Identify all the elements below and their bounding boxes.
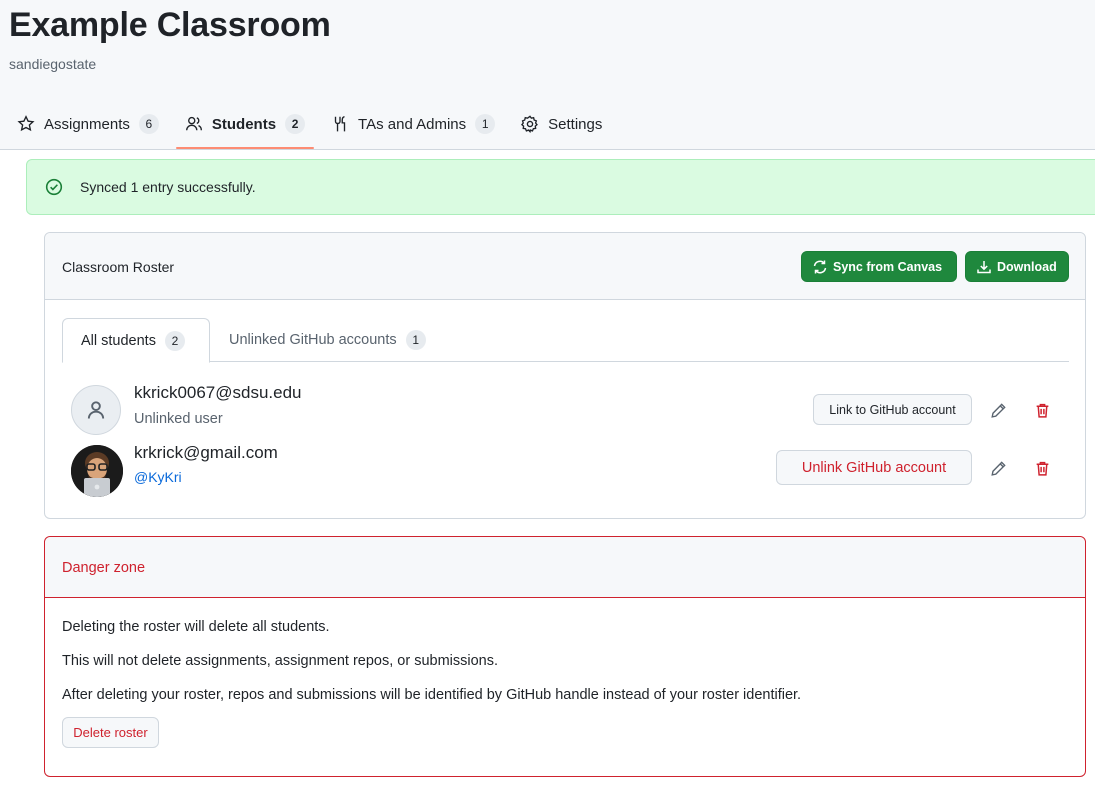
roster-subtabs: All students 2 Unlinked GitHub accounts … [62, 318, 1069, 363]
pencil-icon [990, 402, 1006, 418]
tab-label: Settings [548, 115, 603, 133]
delete-student-button[interactable] [1029, 455, 1055, 481]
star-icon [17, 115, 35, 132]
student-row: kkrick0067@sdsu.edu Unlinked user Link t… [71, 383, 1061, 439]
page-header: Example Classroom sandiegostate Assignme… [0, 0, 1095, 150]
tab-label: TAs and Admins [358, 115, 467, 133]
danger-zone-text: Deleting the roster will delete all stud… [62, 619, 330, 635]
unlink-github-account-button[interactable]: Unlink GitHub account [776, 450, 972, 485]
sync-label: Sync from Canvas [833, 259, 943, 274]
tab-assignments[interactable]: Assignments 6 [8, 104, 168, 144]
check-circle-icon [45, 178, 63, 196]
subtab-counter: 1 [405, 330, 426, 350]
page-title: Example Classroom [9, 6, 331, 44]
danger-zone-text: This will not delete assignments, assign… [62, 653, 498, 669]
classroom-roster: Classroom Roster Sync from Canvas Downlo… [44, 232, 1086, 519]
download-icon [977, 260, 991, 273]
tab-counter: 1 [475, 114, 496, 134]
delete-roster-button[interactable]: Delete roster [62, 717, 159, 748]
tools-icon [334, 116, 346, 132]
student-email: kkrick0067@sdsu.edu [134, 383, 302, 402]
subtab-counter: 2 [164, 330, 185, 351]
user-photo [71, 445, 123, 497]
student-row: krkrick@gmail.com @KyKri Unlink GitHub a… [71, 443, 1061, 499]
danger-zone: Danger zone Deleting the roster will del… [44, 536, 1086, 777]
roster-title: Classroom Roster [62, 259, 175, 275]
danger-zone-header: Danger zone [45, 537, 1085, 598]
student-status: Unlinked user [134, 411, 223, 427]
edit-student-button[interactable] [985, 397, 1011, 423]
gear-icon [521, 115, 539, 133]
subtab-label: Unlinked GitHub accounts [229, 332, 397, 348]
tab-counter: 6 [138, 114, 159, 134]
avatar [71, 385, 121, 435]
student-email: krkrick@gmail.com [134, 443, 278, 462]
subtab-all-students[interactable]: All students 2 [62, 318, 210, 363]
tab-tas-and-admins[interactable]: TAs and Admins 1 [322, 104, 504, 144]
tab-label: Assignments [44, 115, 130, 133]
pencil-icon [990, 460, 1006, 476]
download-button[interactable]: Download [965, 251, 1069, 282]
trash-icon [1036, 461, 1048, 476]
org-name: sandiegostate [9, 56, 97, 72]
success-flash: Synced 1 entry successfully. [26, 159, 1095, 215]
danger-zone-text: After deleting your roster, repos and su… [62, 687, 802, 703]
github-handle-link[interactable]: @KyKri [134, 469, 182, 485]
delete-student-button[interactable] [1029, 397, 1055, 423]
classroom-tabs: Assignments 6 Students 2 TAs and Admins … [0, 104, 611, 150]
tab-counter: 2 [285, 114, 306, 134]
tab-label: Students [211, 115, 277, 133]
default-person-icon [87, 401, 105, 419]
roster-header: Classroom Roster Sync from Canvas Downlo… [45, 233, 1085, 300]
flash-message: Synced 1 entry successfully. [80, 179, 256, 195]
tab-settings[interactable]: Settings [512, 104, 611, 144]
avatar-image [71, 445, 123, 497]
danger-zone-title: Danger zone [62, 560, 146, 576]
subtab-unlinked-accounts[interactable]: Unlinked GitHub accounts 1 [229, 318, 426, 362]
sync-icon [813, 260, 827, 273]
sync-from-canvas-button[interactable]: Sync from Canvas [801, 251, 957, 282]
edit-student-button[interactable] [985, 455, 1011, 481]
people-icon [185, 116, 202, 131]
download-label: Download [997, 259, 1057, 274]
subtab-label: All students [81, 332, 156, 349]
tab-students[interactable]: Students 2 [175, 104, 315, 149]
trash-icon [1036, 403, 1048, 418]
link-github-account-button[interactable]: Link to GitHub account [813, 394, 972, 425]
